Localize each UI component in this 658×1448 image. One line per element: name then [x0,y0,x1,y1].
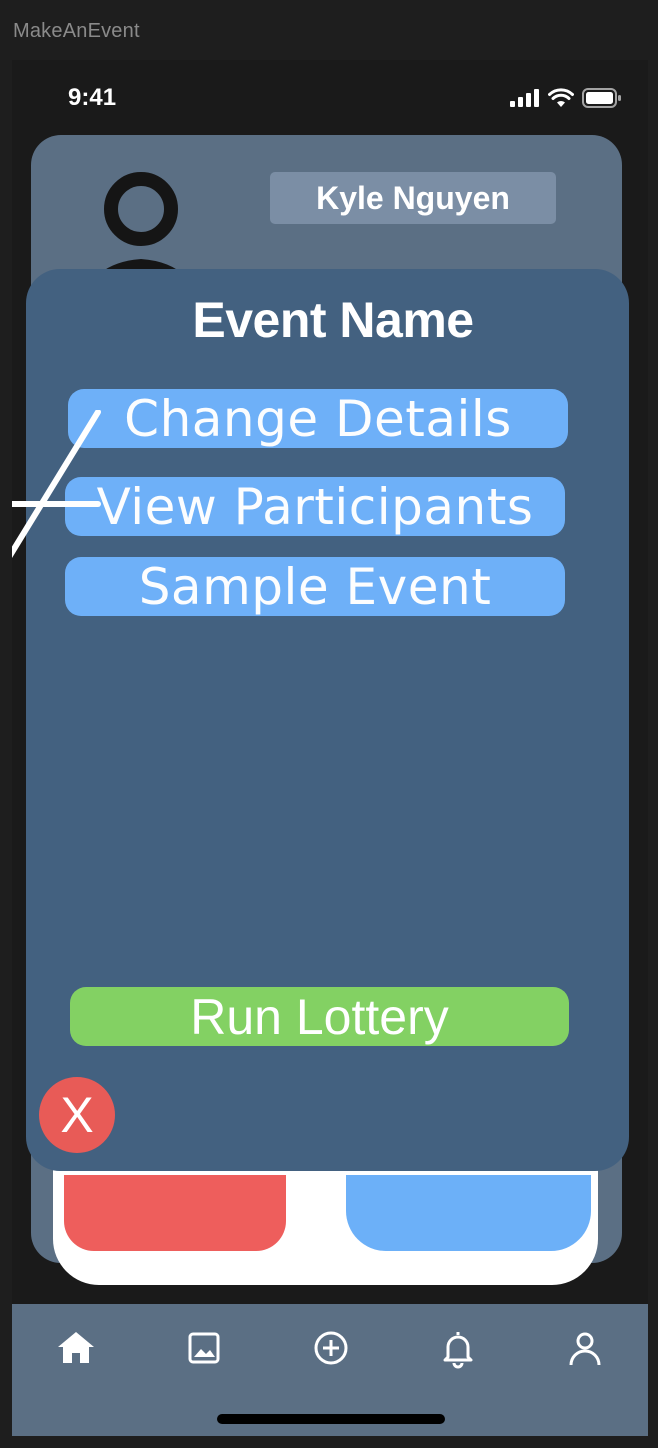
profile-icon[interactable] [563,1326,607,1370]
event-options-dialog: Event Name Change Details View Participa… [26,269,629,1171]
bottom-tab-bar [12,1304,648,1436]
view-participants-label: View Participants [96,477,534,536]
profile-name: Kyle Nguyen [270,172,556,224]
bell-icon[interactable] [436,1326,480,1370]
view-participants-button[interactable]: View Participants [65,477,565,536]
status-icons [510,88,622,108]
accept-button[interactable] [346,1175,591,1251]
wifi-icon [548,88,574,108]
status-time: 9:41 [68,84,117,111]
dialog-title: Event Name [192,292,474,348]
phone-screen: 9:41 Kyle Nguyen Event Name Change Detai… [12,60,648,1436]
frame-title: MakeAnEvent [13,20,140,42]
run-lottery-label: Run Lottery [190,988,449,1045]
sample-event-button[interactable]: Sample Event [65,557,565,616]
sample-event-label: Sample Event [138,557,492,616]
home-indicator [217,1414,445,1424]
battery-icon [582,88,622,108]
cellular-signal-icon [510,89,540,107]
gallery-icon[interactable] [182,1326,226,1370]
add-circle-icon[interactable] [309,1326,353,1370]
home-icon[interactable] [54,1326,98,1370]
close-button[interactable]: X [39,1077,115,1153]
close-label: X [60,1087,94,1143]
change-details-label: Change Details [124,389,512,448]
status-bar: 9:41 [12,60,648,132]
change-details-button[interactable]: Change Details [68,389,568,448]
decline-button[interactable] [64,1175,286,1251]
run-lottery-button[interactable]: Run Lottery [70,987,569,1046]
